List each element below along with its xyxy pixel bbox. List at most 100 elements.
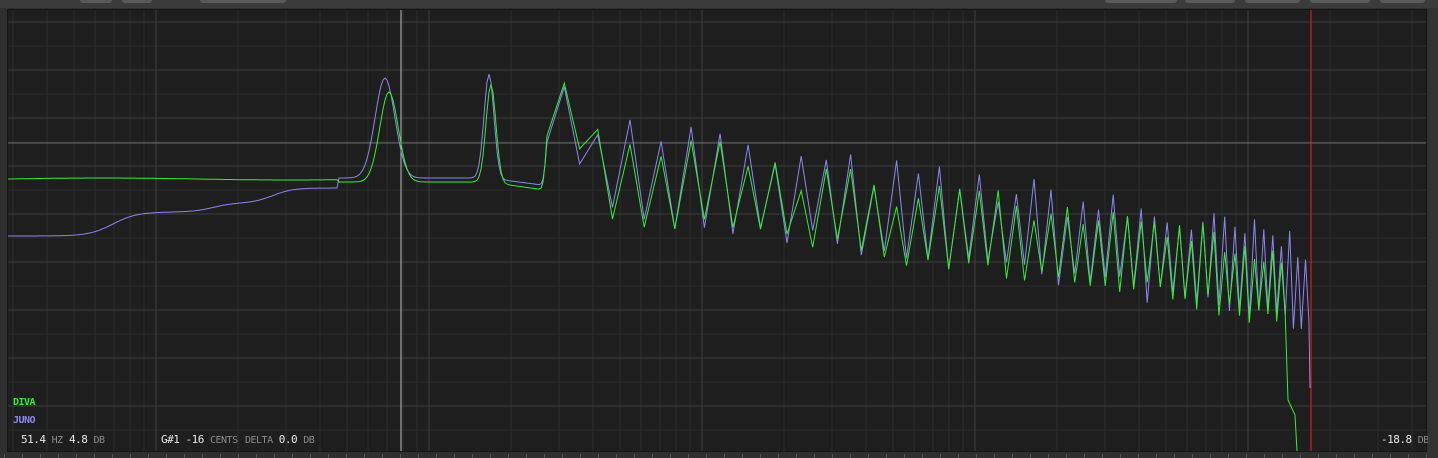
ruler-tick (1192, 454, 1193, 458)
note-value: G#1 (161, 433, 180, 446)
gain-unit: DB (93, 435, 106, 446)
ruler-tick (292, 454, 293, 458)
ruler-tick (724, 454, 725, 458)
ruler-tick (598, 454, 599, 458)
ruler-tick (562, 454, 563, 458)
ruler-tick (1048, 454, 1049, 458)
ruler-tick (922, 454, 923, 458)
ruler-tick (166, 454, 167, 458)
ruler-tick (256, 454, 257, 458)
ruler-tick (688, 454, 689, 458)
ruler-tick (616, 454, 617, 458)
ruler-tick (1156, 454, 1157, 458)
spectrum-plot[interactable] (8, 10, 1426, 451)
ruler-tick (796, 454, 797, 458)
ruler-tick (1138, 454, 1139, 458)
ruler-tick (508, 454, 509, 458)
top-toolbar-strip (0, 0, 1438, 8)
ruler-tick (1264, 454, 1265, 458)
toolbar-tab[interactable] (1245, 0, 1300, 3)
ruler-tick (22, 454, 23, 458)
ruler-tick (58, 454, 59, 458)
legend-juno: JUNO (13, 415, 36, 426)
ruler-tick (1336, 454, 1337, 458)
frequency-readout: 51.4 HZ (21, 433, 63, 446)
ruler-tick (472, 454, 473, 458)
ruler-tick (976, 454, 977, 458)
ruler-tick (94, 454, 95, 458)
ruler-tick (580, 454, 581, 458)
ruler-tick (814, 454, 815, 458)
diva-spectrum-trace (8, 81, 1298, 451)
ruler-tick (1066, 454, 1067, 458)
ruler-tick (1282, 454, 1283, 458)
ruler-tick (184, 454, 185, 458)
ruler-tick (634, 454, 635, 458)
legend-diva: DIVA (13, 397, 36, 408)
ruler-tick (382, 454, 383, 458)
ruler-tick (4, 454, 5, 458)
ruler-tick (850, 454, 851, 458)
ruler-tick (1228, 454, 1229, 458)
ruler-tick (1012, 454, 1013, 458)
ruler-tick (742, 454, 743, 458)
delta-readout: DELTA 0.0 DB (245, 433, 315, 446)
ruler-tick (490, 454, 491, 458)
ruler-tick (400, 454, 401, 458)
ruler-tick (328, 454, 329, 458)
toolbar-tab[interactable] (200, 0, 286, 3)
ruler-tick (1372, 454, 1373, 458)
delta-value: 0.0 (278, 433, 298, 446)
toolbar-tab[interactable] (1105, 0, 1177, 3)
ruler-tick (652, 454, 653, 458)
ruler-tick (1246, 454, 1247, 458)
right-edge-bar (1428, 8, 1438, 458)
ruler-tick (868, 454, 869, 458)
ruler-tick (220, 454, 221, 458)
ruler-tick (1174, 454, 1175, 458)
ruler-tick (202, 454, 203, 458)
toolbar-tab[interactable] (1310, 0, 1370, 3)
ruler-tick (526, 454, 527, 458)
cents-unit: CENTS (210, 435, 238, 446)
ruler-tick (418, 454, 419, 458)
ruler-tick (148, 454, 149, 458)
ruler-tick (274, 454, 275, 458)
frequency-unit: HZ (51, 435, 64, 446)
grid-minor (8, 10, 1426, 451)
ruler-tick (112, 454, 113, 458)
ruler-tick (1354, 454, 1355, 458)
ruler-tick (778, 454, 779, 458)
ruler-tick (1120, 454, 1121, 458)
level-readout: -18.8 DB (1381, 433, 1429, 446)
level-value: -18.8 (1381, 433, 1412, 446)
bottom-ruler (4, 454, 1427, 458)
cents-value: -16 (185, 433, 205, 446)
ruler-tick (1030, 454, 1031, 458)
ruler-tick (1210, 454, 1211, 458)
ruler-tick (544, 454, 545, 458)
toolbar-tab[interactable] (1380, 0, 1425, 3)
ruler-tick (994, 454, 995, 458)
gain-value: 4.8 (69, 433, 88, 446)
delta-unit: DB (303, 435, 315, 446)
ruler-tick (1300, 454, 1301, 458)
ruler-tick (670, 454, 671, 458)
ruler-tick (904, 454, 905, 458)
ruler-tick (436, 454, 437, 458)
ruler-tick (346, 454, 347, 458)
toolbar-tab[interactable] (80, 0, 112, 3)
ruler-tick (1426, 454, 1427, 458)
gain-readout: 4.8 DB (69, 433, 105, 446)
ruler-tick (832, 454, 833, 458)
ruler-tick (706, 454, 707, 458)
ruler-tick (130, 454, 131, 458)
delta-label: DELTA (245, 435, 273, 446)
spectrum-analyzer[interactable]: DIVA JUNO 51.4 HZ 4.8 DB G#1 -16 CENTS D… (7, 9, 1429, 452)
ruler-tick (886, 454, 887, 458)
toolbar-tab[interactable] (1185, 0, 1235, 3)
frequency-value: 51.4 (21, 433, 46, 446)
ruler-tick (958, 454, 959, 458)
toolbar-tab[interactable] (122, 0, 152, 3)
ruler-tick (760, 454, 761, 458)
